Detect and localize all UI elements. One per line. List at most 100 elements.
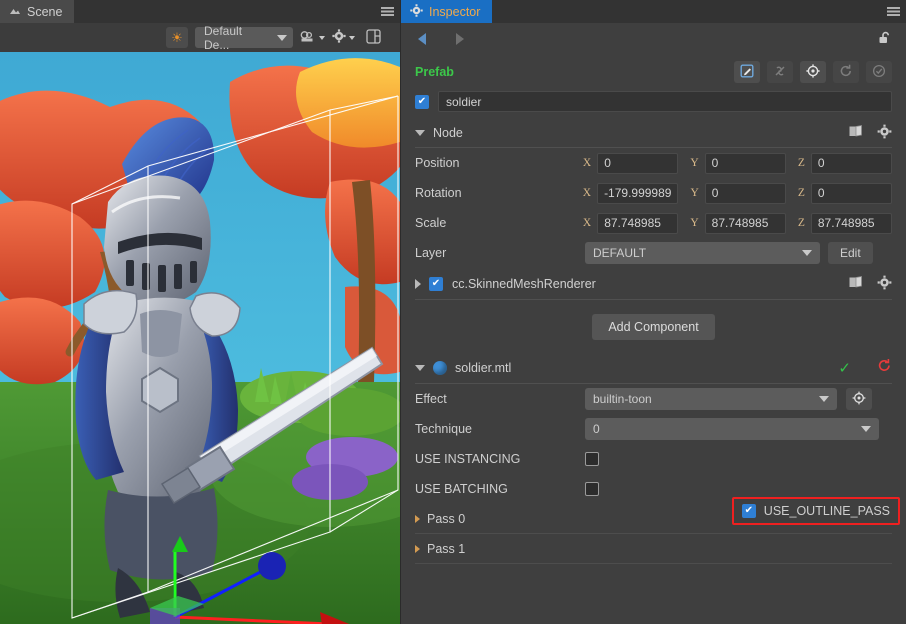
layout-icon xyxy=(365,28,381,47)
prefab-label: Prefab xyxy=(415,65,454,79)
refresh-icon[interactable] xyxy=(877,358,892,377)
book-icon[interactable] xyxy=(848,275,863,292)
use-instancing-checkbox[interactable] xyxy=(585,452,599,466)
material-header-icons: ✓ xyxy=(838,358,892,377)
chevron-down-icon xyxy=(319,35,325,40)
device-preset-dropdown[interactable]: Default De... xyxy=(195,24,293,52)
arrow-left-icon xyxy=(418,33,426,45)
layout-button[interactable] xyxy=(362,27,384,48)
chevron-right-icon xyxy=(415,514,420,523)
scene-toolbar: ☀ Default De... xyxy=(0,23,400,52)
position-x-input[interactable]: 0 xyxy=(597,152,679,174)
component-enabled-checkbox[interactable] xyxy=(429,276,443,291)
chevron-down-icon xyxy=(415,364,425,371)
effect-value: builtin-toon xyxy=(593,392,652,406)
chevron-down-icon xyxy=(861,426,871,432)
add-component-wrap: Add Component xyxy=(415,300,892,352)
locate-effect-button[interactable] xyxy=(846,388,872,410)
position-y-input[interactable]: 0 xyxy=(704,152,786,174)
locate-prefab-button[interactable] xyxy=(800,61,826,83)
use-batching-checkbox[interactable] xyxy=(585,482,599,496)
pass-1-label: Pass 1 xyxy=(427,541,466,556)
scene-viewport[interactable] xyxy=(0,52,400,624)
layer-dropdown[interactable]: DEFAULT xyxy=(585,242,820,264)
add-component-button[interactable]: Add Component xyxy=(592,314,715,340)
prefab-bar: Prefab xyxy=(401,55,906,89)
scale-z-input[interactable]: 87.748985 xyxy=(810,212,893,234)
unlink-prefab-button[interactable] xyxy=(767,61,793,83)
inspector-menu-button[interactable] xyxy=(880,0,906,23)
layer-edit-button[interactable]: Edit xyxy=(828,242,873,264)
use-instancing-label: USE INSTANCING xyxy=(415,452,521,466)
camera-icon xyxy=(300,30,316,46)
gear-icon[interactable] xyxy=(877,275,892,293)
scale-x-input[interactable]: 87.748985 xyxy=(597,212,679,234)
technique-row: Technique 0 xyxy=(415,414,892,444)
arrow-right-icon xyxy=(456,33,464,45)
material-ball-icon xyxy=(433,360,447,375)
material-title: soldier.mtl xyxy=(455,360,512,375)
axis-y-label: Y xyxy=(690,157,699,169)
nav-back-button[interactable] xyxy=(413,30,431,48)
use-batching-label: USE BATCHING xyxy=(415,482,508,496)
tab-scene-label: Scene xyxy=(27,4,63,19)
node-section-header[interactable]: Node xyxy=(415,118,892,148)
use-outline-pass-highlight: USE_OUTLINE_PASS xyxy=(731,497,900,525)
axis-y-label: Y xyxy=(690,187,699,199)
effect-dropdown[interactable]: builtin-toon xyxy=(585,388,837,410)
use-outline-pass-checkbox[interactable] xyxy=(741,504,756,518)
material-header[interactable]: soldier.mtl ✓ xyxy=(415,352,892,384)
rotation-x-input[interactable]: -179.999989 xyxy=(597,182,679,204)
inspector-panel: Inspector Prefab ✔ soldier Node Position… xyxy=(400,0,906,624)
lighting-toggle-button[interactable]: ☀ xyxy=(166,27,188,48)
scene-menu-button[interactable] xyxy=(374,0,400,23)
device-preset-value: Default De... xyxy=(204,23,243,52)
edit-prefab-button[interactable] xyxy=(734,61,760,83)
apply-prefab-button[interactable] xyxy=(866,61,892,83)
layer-label: Layer xyxy=(415,246,447,260)
inspector-navbar xyxy=(401,23,906,55)
check-icon[interactable]: ✓ xyxy=(838,359,851,377)
position-z-input[interactable]: 0 xyxy=(810,152,893,174)
rotation-label: Rotation xyxy=(415,186,462,200)
axis-x-label: X xyxy=(582,157,592,169)
sun-icon: ☀ xyxy=(171,30,183,45)
camera-options-button[interactable] xyxy=(300,27,325,48)
broken-link-icon xyxy=(773,64,787,81)
lock-inspector-button[interactable] xyxy=(876,30,894,48)
node-section-title: Node xyxy=(433,125,463,140)
chevron-right-icon xyxy=(415,544,420,553)
hamburger-icon xyxy=(886,7,900,16)
chevron-down-icon xyxy=(802,250,812,256)
scene-icon xyxy=(9,6,21,17)
node-name-row: soldier xyxy=(415,91,892,112)
technique-dropdown[interactable]: 0 xyxy=(585,418,879,440)
revert-prefab-button[interactable] xyxy=(833,61,859,83)
rotation-y-input[interactable]: 0 xyxy=(704,182,786,204)
node-enabled-checkbox[interactable] xyxy=(415,94,429,109)
gear-icon[interactable] xyxy=(877,124,892,142)
technique-value: 0 xyxy=(593,422,600,436)
editor-window: Scene ☀ Default De... Inspector Prefab ✔… xyxy=(0,0,906,624)
use-instancing-row: USE INSTANCING xyxy=(415,444,892,474)
component-header-skinnedmeshrenderer[interactable]: cc.SkinnedMeshRenderer xyxy=(415,268,892,300)
prefab-buttons xyxy=(734,61,892,83)
refresh-icon xyxy=(839,64,853,81)
book-icon[interactable] xyxy=(848,124,863,141)
scale-y-input[interactable]: 87.748985 xyxy=(704,212,786,234)
rotation-z-input[interactable]: 0 xyxy=(810,182,892,204)
nav-forward-button[interactable] xyxy=(451,30,469,48)
component-name-label: cc.SkinnedMeshRenderer xyxy=(452,276,596,291)
tabbar-spacer xyxy=(492,0,880,23)
node-name-input[interactable]: soldier xyxy=(438,91,892,112)
scene-tabbar: Scene xyxy=(0,0,400,23)
scale-row: Scale X 87.748985 Y 87.748985 Z 87.74898… xyxy=(415,208,893,238)
tab-scene[interactable]: Scene xyxy=(0,0,75,23)
axis-x-label: X xyxy=(582,187,592,199)
layer-row: Layer DEFAULT Edit xyxy=(415,238,892,268)
pass-1-row[interactable]: Pass 1 xyxy=(415,534,892,564)
gizmo-options-button[interactable] xyxy=(332,27,355,48)
pass-0-row[interactable]: Pass 0 USE_OUTLINE_PASS xyxy=(415,497,900,534)
pass-0-label: Pass 0 xyxy=(427,511,466,526)
tab-inspector[interactable]: Inspector xyxy=(401,0,493,23)
